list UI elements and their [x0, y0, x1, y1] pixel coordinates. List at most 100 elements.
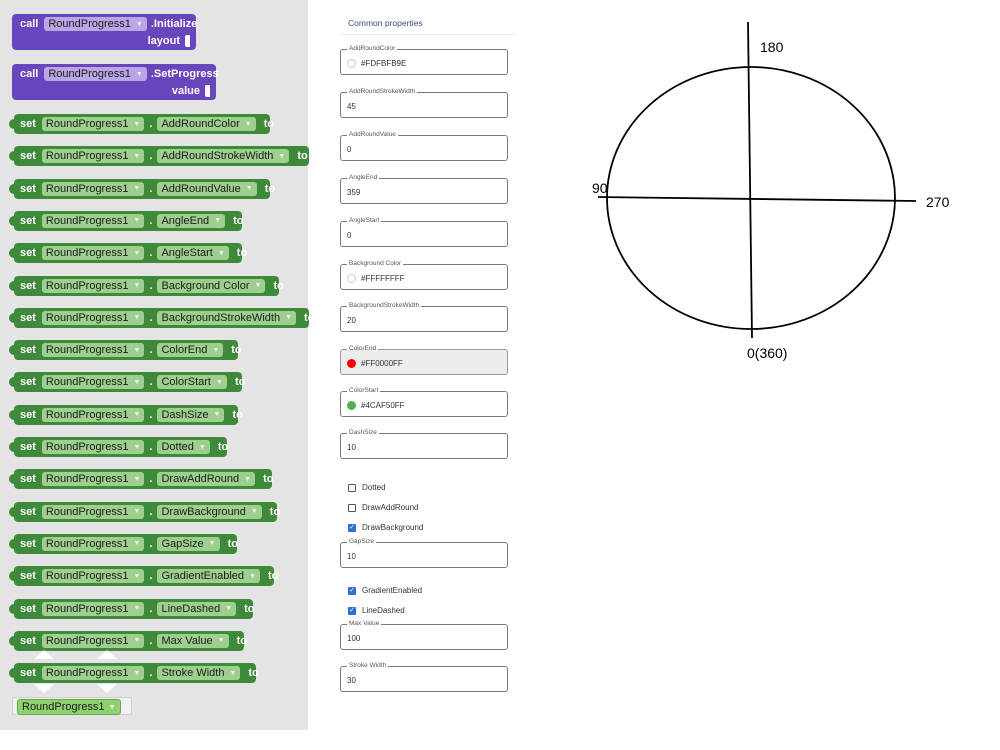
set-block[interactable]: set RoundProgress1 ▼. GapSize ▼ to — [9, 533, 238, 554]
component-dropdown[interactable]: RoundProgress1 ▼ — [41, 278, 145, 293]
dropdown-arrow-icon: ▼ — [198, 443, 206, 451]
blocks-workspace[interactable]: call RoundProgress1 ▼ .Initialize layout … — [0, 0, 314, 730]
property-field[interactable]: BackgroundStrokeWidth 20 — [340, 301, 508, 332]
set-block[interactable]: set RoundProgress1 ▼. Dotted ▼ to — [9, 437, 228, 457]
dropdown-arrow-icon: ▼ — [217, 637, 225, 645]
checkbox-icon[interactable]: ✓ — [348, 523, 356, 532]
property-field[interactable]: Max Value 100 — [340, 619, 508, 650]
field-label: DashSize — [347, 428, 379, 438]
set-block[interactable]: set RoundProgress1 ▼. DrawAddRound ▼ to — [9, 469, 273, 490]
component-name: RoundProgress1 — [45, 279, 129, 292]
component-name: RoundProgress1 — [45, 247, 129, 260]
property-dropdown[interactable]: BackgroundStrokeWidth ▼ — [157, 310, 297, 325]
checkbox-icon[interactable]: ✓ — [348, 606, 356, 615]
component-dropdown[interactable]: RoundProgress1 ▼ — [44, 67, 147, 81]
property-field[interactable]: Stroke Width 30 — [340, 661, 508, 692]
property-dropdown[interactable]: AngleEnd ▼ — [157, 213, 226, 228]
property-field[interactable]: Background Color #FFFFFFFF — [340, 259, 508, 290]
set-block[interactable]: set RoundProgress1 ▼. AddRoundStrokeWidth ▼ t… — [9, 146, 309, 167]
property-dropdown[interactable]: DrawBackground ▼ — [157, 504, 262, 519]
component-dropdown[interactable]: RoundProgress1 ▼ — [41, 633, 145, 648]
property-dropdown[interactable]: ColorEnd ▼ — [157, 343, 224, 358]
set-block[interactable]: set RoundProgress1 ▼. AngleEnd ▼ to — [9, 210, 244, 231]
checkbox-icon[interactable] — [348, 503, 356, 512]
property-checkbox[interactable]: DrawAddRound — [348, 503, 418, 512]
component-dropdown[interactable]: RoundProgress1 ▼ — [41, 181, 145, 196]
dropdown-arrow-icon: ▼ — [285, 314, 293, 322]
component-dropdown[interactable]: RoundProgress1 ▼ — [41, 375, 145, 390]
checkbox-icon[interactable] — [348, 483, 356, 492]
component-dropdown[interactable]: RoundProgress1 ▼ — [41, 213, 145, 228]
property-checkbox[interactable]: Dotted — [348, 483, 386, 492]
property-dropdown[interactable]: DashSize ▼ — [157, 407, 225, 422]
component-dropdown[interactable]: RoundProgress1 ▼ — [41, 246, 145, 261]
dropdown-arrow-icon: ▼ — [245, 185, 253, 193]
set-block[interactable]: set RoundProgress1 ▼. AddRoundColor ▼ to — [9, 114, 274, 134]
component-dropdown[interactable]: RoundProgress1 ▼ — [41, 310, 145, 325]
property-field[interactable]: AngleStart 0 — [340, 216, 508, 247]
property-dropdown[interactable]: DrawAddRound ▼ — [157, 472, 256, 487]
set-block[interactable]: set RoundProgress1 ▼. DashSize ▼ to — [9, 404, 243, 425]
property-checkbox[interactable]: ✓ LineDashed — [348, 606, 405, 615]
property-field[interactable]: AngleEnd 359 — [340, 173, 508, 204]
angle-label-270: 270 — [926, 194, 950, 210]
set-block[interactable]: set RoundProgress1 ▼. BackgroundStrokeWidth… — [9, 307, 314, 328]
property-field[interactable]: AddRoundColor #FDFBFB9E — [340, 44, 508, 75]
property-dropdown[interactable]: GradientEnabled ▼ — [157, 569, 260, 584]
property-dropdown[interactable]: Stroke Width ▼ — [157, 666, 241, 681]
set-block[interactable]: set RoundProgress1 ▼. ColorStart ▼ to — [9, 372, 245, 393]
call-initialize-block[interactable]: call RoundProgress1 ▼ .Initialize layout — [12, 14, 197, 50]
component-dropdown[interactable]: RoundProgress1 ▼ — [44, 17, 147, 31]
component-dropdown[interactable]: RoundProgress1 ▼ — [41, 666, 145, 681]
to-keyword: to — [236, 634, 247, 647]
component-dropdown[interactable]: RoundProgress1 ▼ — [41, 407, 145, 422]
component-name: RoundProgress1 — [45, 408, 129, 421]
property-dropdown[interactable]: Background Color ▼ — [157, 278, 266, 293]
property-dropdown[interactable]: AddRoundStrokeWidth ▼ — [157, 149, 290, 164]
property-field[interactable]: AddRoundStrokeWidth 45 — [340, 87, 508, 118]
set-keyword: set — [20, 344, 36, 357]
component-dropdown[interactable]: RoundProgress1 ▼ — [41, 149, 145, 164]
set-block[interactable]: set RoundProgress1 ▼. DrawBackground ▼ to — [9, 501, 280, 522]
component-dropdown[interactable]: RoundProgress1 ▼ — [17, 699, 121, 715]
set-keyword: set — [20, 602, 36, 615]
property-field[interactable]: DashSize 10 — [340, 428, 508, 459]
property-dropdown[interactable]: AngleStart ▼ — [157, 246, 229, 261]
to-keyword: to — [264, 182, 276, 195]
set-block[interactable]: set RoundProgress1 ▼. GradientEnabled ▼ to — [9, 566, 278, 587]
property-dropdown[interactable]: GapSize ▼ — [157, 536, 220, 551]
property-dropdown[interactable]: Max Value ▼ — [157, 633, 229, 648]
set-block[interactable]: set RoundProgress1 ▼. Background Color ▼ to — [9, 275, 284, 296]
property-field[interactable]: AddRoundValue 0 — [340, 130, 508, 161]
set-block[interactable]: set RoundProgress1 ▼. Stroke Width ▼ to — [9, 663, 259, 684]
property-dropdown[interactable]: AddRoundValue ▼ — [157, 181, 257, 196]
component-dropdown[interactable]: RoundProgress1 ▼ — [41, 569, 145, 584]
set-block[interactable]: set RoundProgress1 ▼. AngleStart ▼ to — [9, 243, 247, 264]
property-checkbox[interactable]: ✓ GradientEnabled — [348, 586, 422, 595]
property-dropdown[interactable]: AddRoundColor ▼ — [157, 117, 256, 131]
property-dropdown[interactable]: Dotted ▼ — [157, 440, 210, 454]
component-dropdown[interactable]: RoundProgress1 ▼ — [41, 472, 145, 487]
component-dropdown[interactable]: RoundProgress1 ▼ — [41, 601, 145, 616]
component-dropdown[interactable]: RoundProgress1 ▼ — [41, 504, 145, 519]
component-dropdown[interactable]: RoundProgress1 ▼ — [41, 343, 145, 358]
set-block[interactable]: set RoundProgress1 ▼. LineDashed ▼ to — [9, 598, 255, 619]
dropdown-arrow-icon: ▼ — [133, 152, 141, 160]
property-dropdown[interactable]: ColorStart ▼ — [157, 375, 227, 390]
property-dropdown[interactable]: LineDashed ▼ — [157, 601, 237, 616]
set-block[interactable]: set RoundProgress1 ▼. ColorEnd ▼ to — [9, 340, 242, 361]
component-dropdown[interactable]: RoundProgress1 ▼ — [41, 536, 145, 551]
call-setprogress-block[interactable]: call RoundProgress1 ▼ .SetProgress value — [12, 64, 219, 100]
input-socket[interactable] — [205, 85, 210, 97]
set-block[interactable]: set RoundProgress1 ▼. Max Value ▼ to — [9, 630, 247, 651]
set-block[interactable]: set RoundProgress1 ▼. AddRoundValue ▼ to — [9, 178, 275, 199]
component-getter-block[interactable]: RoundProgress1 ▼ ⟩ — [12, 697, 132, 715]
component-dropdown[interactable]: RoundProgress1 ▼ — [41, 117, 145, 131]
input-socket[interactable] — [185, 35, 190, 47]
property-field[interactable]: ColorEnd #FF0000FF — [340, 344, 508, 375]
property-field[interactable]: ColorStart #4CAF50FF — [340, 386, 508, 417]
checkbox-icon[interactable]: ✓ — [348, 586, 356, 595]
component-dropdown[interactable]: RoundProgress1 ▼ — [41, 440, 145, 454]
property-field[interactable]: GapSize 10 — [340, 537, 508, 568]
property-checkbox[interactable]: ✓ DrawBackground — [348, 523, 423, 532]
